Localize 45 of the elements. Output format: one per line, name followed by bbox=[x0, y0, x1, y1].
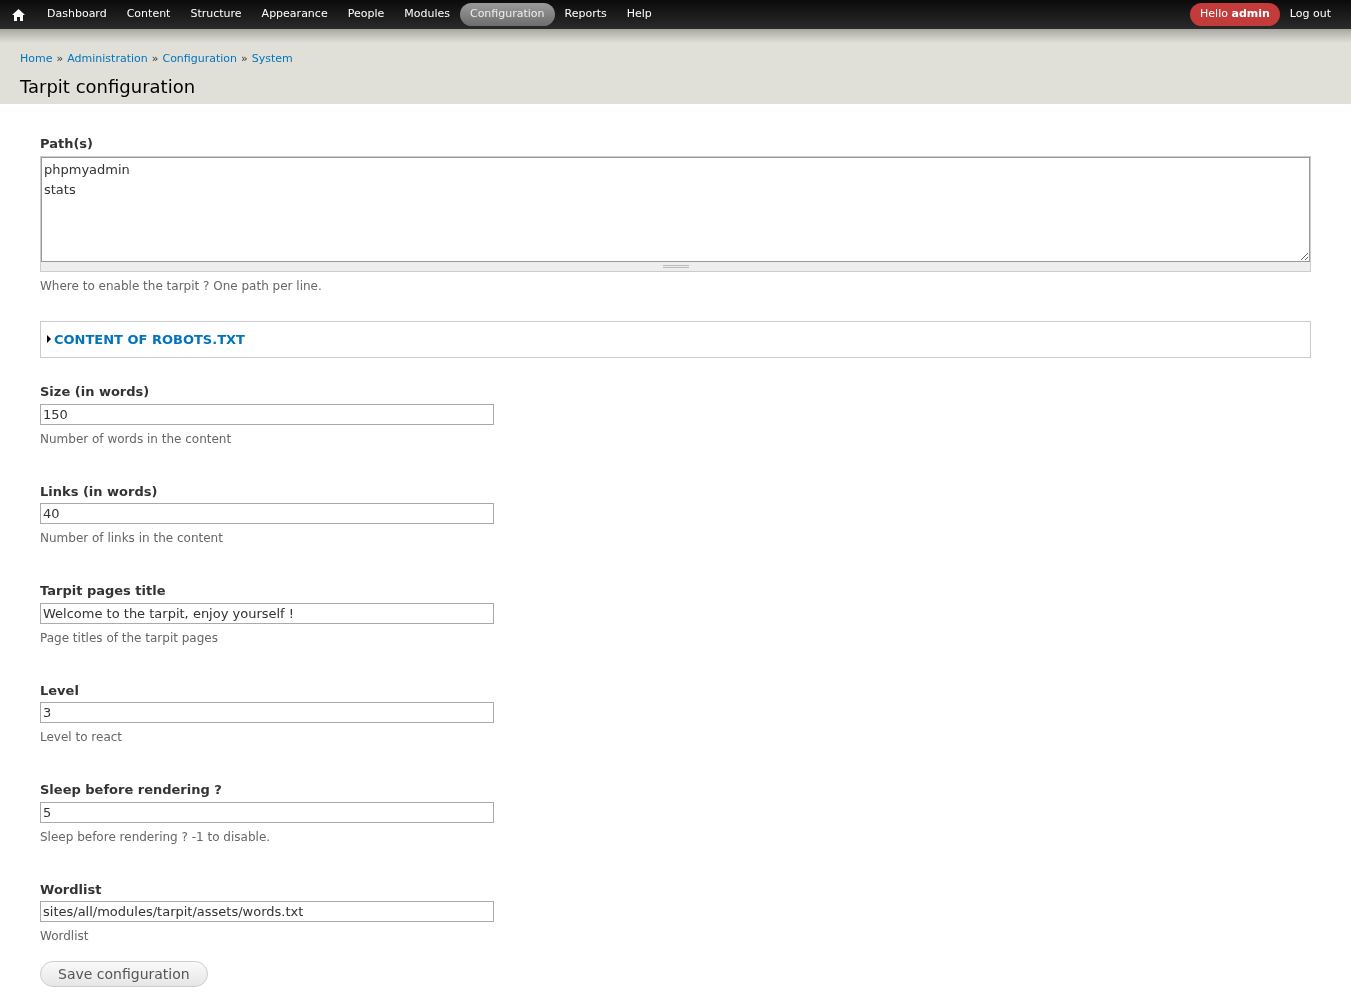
menu-link[interactable]: Appearance bbox=[251, 3, 338, 26]
breadcrumb-link[interactable]: Administration bbox=[67, 51, 148, 68]
paths-textarea[interactable]: phpmyadmin stats bbox=[41, 156, 1310, 262]
breadcrumb-link[interactable]: Configuration bbox=[162, 51, 238, 68]
field-description: Page titles of the tarpit pages bbox=[40, 629, 219, 647]
breadcrumb-separator: » bbox=[241, 51, 248, 67]
home-icon[interactable] bbox=[12, 8, 25, 21]
menu-link[interactable]: Modules bbox=[394, 3, 460, 26]
field-label: Size (in words) bbox=[40, 383, 151, 401]
breadcrumb-separator: » bbox=[56, 51, 64, 67]
disclosure-icon bbox=[47, 335, 51, 344]
text-input[interactable]: 5 bbox=[40, 801, 494, 823]
page-title: Tarpit configuration bbox=[20, 74, 197, 99]
field-description: Where to enable the tarpit ? One path per line. bbox=[40, 277, 323, 295]
breadcrumb-separator: » bbox=[151, 51, 159, 67]
field-label: Level bbox=[40, 681, 80, 700]
collapsible-fieldset[interactable]: CONTENT OF ROBOTS.TXT bbox=[40, 320, 1311, 358]
field-label: Links (in words) bbox=[40, 482, 159, 501]
breadcrumb-link[interactable]: Home bbox=[20, 51, 53, 68]
resize-grip[interactable] bbox=[41, 261, 1310, 271]
text-input[interactable]: sites/all/modules/tarpit/assets/words.txt bbox=[40, 901, 494, 922]
field-description: Level to react bbox=[40, 729, 124, 746]
menu-link[interactable]: People bbox=[337, 3, 395, 26]
menu-link[interactable]: Dashboard bbox=[37, 3, 117, 26]
field-label: Sleep before rendering ? bbox=[40, 781, 223, 799]
field-description: Number of links in the content bbox=[40, 530, 224, 547]
field-label: Wordlist bbox=[40, 880, 103, 899]
text-input[interactable]: 40 bbox=[40, 503, 494, 524]
menu-link[interactable]: Reports bbox=[554, 3, 617, 26]
user-greeting-link[interactable]: Hello admin bbox=[1190, 3, 1280, 26]
text-input[interactable]: 3 bbox=[40, 702, 494, 723]
text-input[interactable]: Welcome to the tarpit, enjoy yourself ! bbox=[40, 602, 494, 624]
field-description: Wordlist bbox=[40, 928, 90, 945]
field-label: Tarpit pages title bbox=[40, 582, 167, 600]
menu-link[interactable]: Help bbox=[616, 3, 662, 26]
fieldset-legend[interactable]: CONTENT OF ROBOTS.TXT bbox=[54, 329, 245, 349]
text-input[interactable]: 150 bbox=[40, 403, 494, 425]
menu-link[interactable]: Content bbox=[116, 3, 181, 26]
breadcrumb-link[interactable]: System bbox=[251, 51, 293, 68]
field-label: Path(s) bbox=[40, 135, 95, 153]
field-description: Sleep before rendering ? -1 to disable. bbox=[40, 828, 272, 846]
save-button[interactable]: Save configuration bbox=[40, 961, 208, 987]
logout-link[interactable]: Log out bbox=[1289, 6, 1331, 23]
menu-link[interactable]: Structure bbox=[180, 3, 252, 26]
field-description: Number of words in the content bbox=[40, 430, 233, 448]
